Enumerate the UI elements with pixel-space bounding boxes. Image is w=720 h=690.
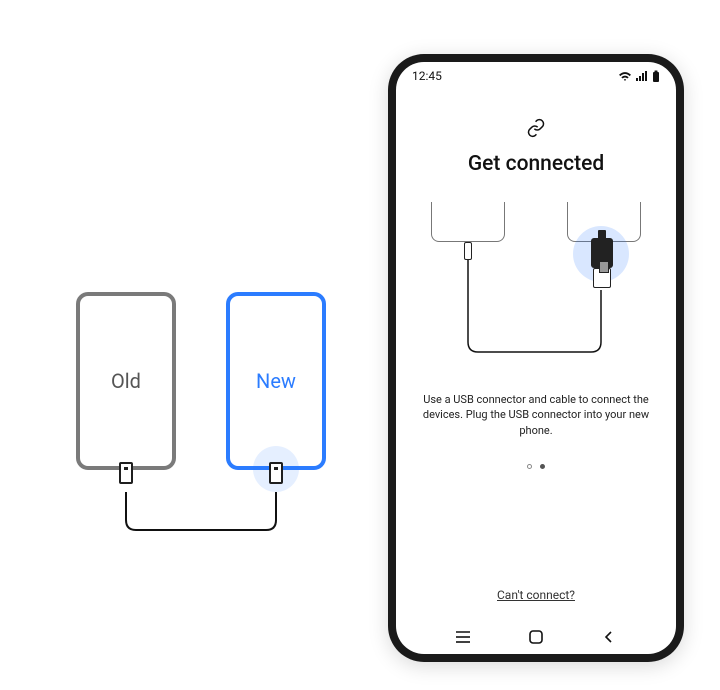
- battery-icon: [652, 70, 660, 82]
- phone-screen: 12:45: [396, 62, 676, 654]
- instruction-text: Use a USB connector and cable to connect…: [414, 392, 658, 438]
- cant-connect-link[interactable]: Can't connect?: [497, 588, 575, 602]
- old-phone-label: Old: [80, 296, 172, 466]
- diagram-old-device: [431, 202, 505, 242]
- status-bar: 12:45: [396, 62, 676, 90]
- old-phone-port: [119, 462, 133, 484]
- connection-diagram: [421, 202, 651, 382]
- new-phone-port: [269, 462, 283, 484]
- nav-back-button[interactable]: [594, 630, 624, 644]
- android-nav-bar: [396, 620, 676, 654]
- nav-home-button[interactable]: [521, 629, 551, 645]
- status-icons: [618, 70, 660, 82]
- phone-mockup: 12:45: [388, 54, 684, 662]
- old-phone: Old: [76, 292, 176, 470]
- page-title: Get connected: [468, 152, 604, 176]
- page-dot-2[interactable]: [540, 464, 545, 469]
- new-phone: New: [226, 292, 326, 470]
- page-dot-1[interactable]: [527, 464, 532, 469]
- link-icon: [526, 118, 546, 142]
- nav-recents-button[interactable]: [448, 630, 478, 644]
- status-time: 12:45: [412, 69, 442, 83]
- diagram-usb-c-plug: [464, 242, 472, 260]
- signal-icon: [636, 70, 648, 82]
- diagram-usb-a-plug: [593, 268, 611, 288]
- wifi-icon: [618, 70, 632, 82]
- app-content: Get connected Use a USB connector and ca…: [396, 90, 676, 620]
- page-indicator: [527, 464, 545, 469]
- old-new-phones-illustration: Old New: [58, 292, 358, 552]
- new-phone-label: New: [230, 296, 322, 466]
